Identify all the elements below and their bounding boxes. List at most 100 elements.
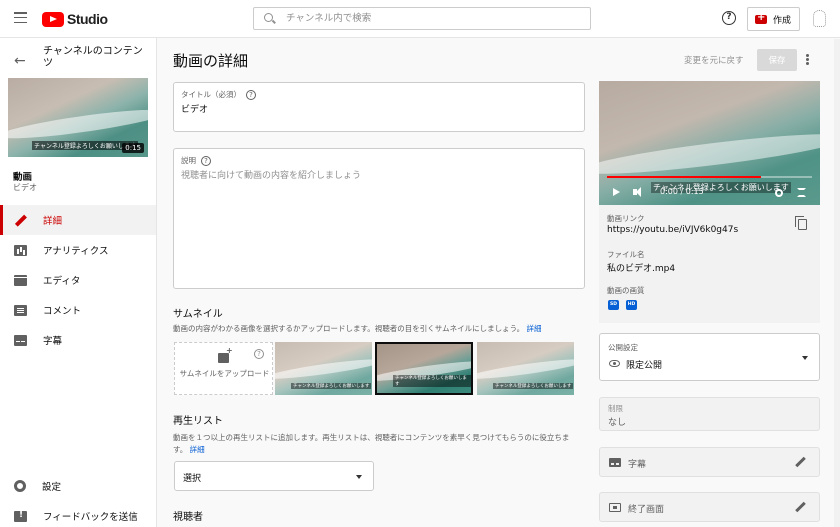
quality-badge-sd: SD	[608, 300, 619, 310]
help-icon[interactable]: ?	[246, 89, 256, 100]
help-icon[interactable]: ?	[254, 349, 264, 359]
playlist-heading: 再生リスト	[173, 416, 223, 427]
title-input[interactable]: ビデオ	[181, 102, 208, 115]
playlist-select-value: 選択	[183, 474, 202, 484]
save-button[interactable]: 保存	[757, 49, 797, 71]
top-bar: Studio ? 作成	[0, 0, 840, 38]
thumbnail-option-3[interactable]: チャンネル登録よろしくお願いします	[477, 342, 574, 395]
playlist-select[interactable]: 選択	[174, 461, 374, 491]
subtitles-label: 字幕	[628, 460, 647, 470]
page-title: 動画の詳細	[173, 52, 249, 70]
edit-pencil-icon[interactable]	[795, 501, 806, 513]
sidebar-item-label: フィードバックを送信	[43, 512, 138, 523]
sidebar-item-label: 詳細	[43, 216, 63, 227]
comment-icon	[14, 304, 27, 316]
thumbnail-option-1[interactable]: チャンネル登録よろしくお願いします	[275, 342, 372, 395]
progress-fill	[607, 176, 761, 178]
menu-icon[interactable]	[14, 12, 27, 23]
file-name-label: ファイル名	[607, 250, 645, 259]
subtitles-row[interactable]: 字幕	[599, 447, 820, 477]
file-name: 私のビデオ.mp4	[607, 264, 676, 274]
account-avatar[interactable]	[813, 10, 826, 27]
video-preview[interactable]: チャンネル登録よろしくお願いします 0:00 / 0:15	[599, 81, 820, 205]
video-link[interactable]: https://youtu.be/iVJV6k0g47s	[607, 225, 738, 235]
youtube-play-icon	[42, 11, 64, 27]
search-box[interactable]	[253, 7, 591, 30]
thumbnail-wave	[275, 355, 372, 383]
sidebar: ← チャンネルのコンテンツ チャンネル登録よろしくお願いします 0:15 動画 …	[0, 38, 157, 527]
title-label: タイトル（必須） ?	[181, 89, 256, 100]
feedback-icon	[14, 510, 27, 522]
sidebar-item-label: 字幕	[43, 336, 63, 347]
sidebar-item-settings[interactable]: 設定	[0, 471, 156, 501]
analytics-icon	[14, 244, 27, 256]
thumbnail-option-2[interactable]: チャンネル登録よろしくお願いします	[375, 342, 473, 395]
preview-wave	[599, 126, 820, 182]
fullscreen-icon[interactable]	[797, 188, 806, 197]
create-button[interactable]: 作成	[747, 7, 800, 31]
thumbnail-caption: チャンネル登録よろしくお願いします	[493, 383, 574, 389]
upload-thumbnail-label: サムネイルをアップロード	[179, 369, 270, 378]
upload-thumbnail-button[interactable]: ? サムネイルをアップロード	[174, 342, 273, 395]
sidebar-item-label: コメント	[43, 306, 82, 317]
description-input[interactable]: 視聴者に向けて動画の内容を紹介しましょう	[181, 168, 361, 181]
help-icon[interactable]: ?	[201, 155, 211, 166]
restriction-value: なし	[608, 418, 627, 428]
audience-heading: 視聴者	[173, 512, 203, 523]
editor-icon	[14, 274, 27, 286]
undo-changes-button[interactable]: 変更を元に戻す	[684, 54, 744, 66]
video-thumbnail[interactable]: チャンネル登録よろしくお願いします 0:15	[8, 78, 148, 157]
title-label-text: タイトル（必須）	[181, 90, 241, 99]
quality-badge-hd: HD	[626, 300, 637, 310]
sidebar-item-analytics[interactable]: アナリティクス	[0, 235, 156, 265]
end-screen-row[interactable]: 終了画面	[599, 492, 820, 522]
restrictions-field: 制限 なし	[599, 397, 820, 431]
thumbnail-learn-more-link[interactable]: 詳細	[527, 324, 542, 333]
volume-icon[interactable]	[633, 187, 641, 197]
studio-logo[interactable]: Studio	[42, 11, 108, 27]
playlist-description: 動画を１つ以上の再生リストに追加します。再生リストは、視聴者にコンテンツを素早く…	[173, 432, 578, 456]
gear-icon	[14, 480, 26, 492]
video-quality-label: 動画の画質	[607, 286, 645, 295]
visibility-label: 公開設定	[608, 343, 638, 352]
gear-icon[interactable]	[775, 189, 783, 197]
title-field[interactable]: タイトル（必須） ? ビデオ	[173, 82, 585, 132]
sidebar-item-details[interactable]: 詳細	[0, 205, 156, 235]
sidebar-item-comments[interactable]: コメント	[0, 295, 156, 325]
sidebar-item-label: エディタ	[43, 276, 81, 287]
sidebar-item-editor[interactable]: エディタ	[0, 265, 156, 295]
playlist-desc-text: 動画を１つ以上の再生リストに追加します。再生リストは、視聴者にコンテンツを素早く…	[173, 433, 570, 454]
description-field[interactable]: 説明 ? 視聴者に向けて動画の内容を紹介しましょう	[173, 148, 585, 289]
progress-bar[interactable]	[607, 176, 812, 178]
logo-text: Studio	[67, 11, 108, 27]
copy-icon[interactable]	[795, 216, 807, 230]
visibility-value: 限定公開	[626, 361, 663, 371]
search-input[interactable]	[286, 11, 576, 26]
sidebar-item-feedback[interactable]: フィードバックを送信	[0, 501, 156, 527]
thumbnail-description: 動画の内容がわかる画像を選択するかアップロードします。視聴者の目を引くサムネイル…	[173, 323, 573, 335]
sidebar-bottom-nav: 設定 フィードバックを送信	[0, 471, 156, 527]
chevron-down-icon	[356, 475, 362, 479]
edit-pencil-icon[interactable]	[795, 456, 806, 468]
more-vert-icon[interactable]	[806, 54, 809, 57]
thumbnail-heading: サムネイル	[173, 309, 223, 320]
sidebar-item-label: アナリティクス	[43, 246, 109, 257]
sidebar-item-label: 設定	[42, 482, 62, 493]
eye-icon	[609, 360, 620, 367]
visibility-select[interactable]: 公開設定 限定公開	[599, 333, 820, 381]
search-icon	[264, 13, 273, 22]
sidebar-title: チャンネルのコンテンツ	[43, 46, 143, 69]
playlist-learn-more-link[interactable]: 詳細	[190, 445, 205, 454]
thumbnail-wave	[477, 355, 574, 383]
sidebar-nav: 詳細 アナリティクス エディタ コメント 字幕	[0, 205, 156, 355]
description-label: 説明 ?	[181, 155, 211, 166]
subtitles-icon	[609, 458, 621, 467]
video-info-panel: 動画リンク https://youtu.be/iVJV6k0g47s ファイル名…	[599, 205, 820, 323]
help-icon[interactable]: ?	[722, 11, 736, 25]
scrollbar[interactable]	[834, 39, 840, 527]
sidebar-item-subtitles[interactable]: 字幕	[0, 325, 156, 355]
back-arrow-icon[interactable]: ←	[14, 53, 26, 69]
time-display: 0:00 / 0:15	[660, 187, 704, 196]
play-icon[interactable]	[613, 188, 620, 196]
video-label: 動画	[13, 172, 33, 183]
